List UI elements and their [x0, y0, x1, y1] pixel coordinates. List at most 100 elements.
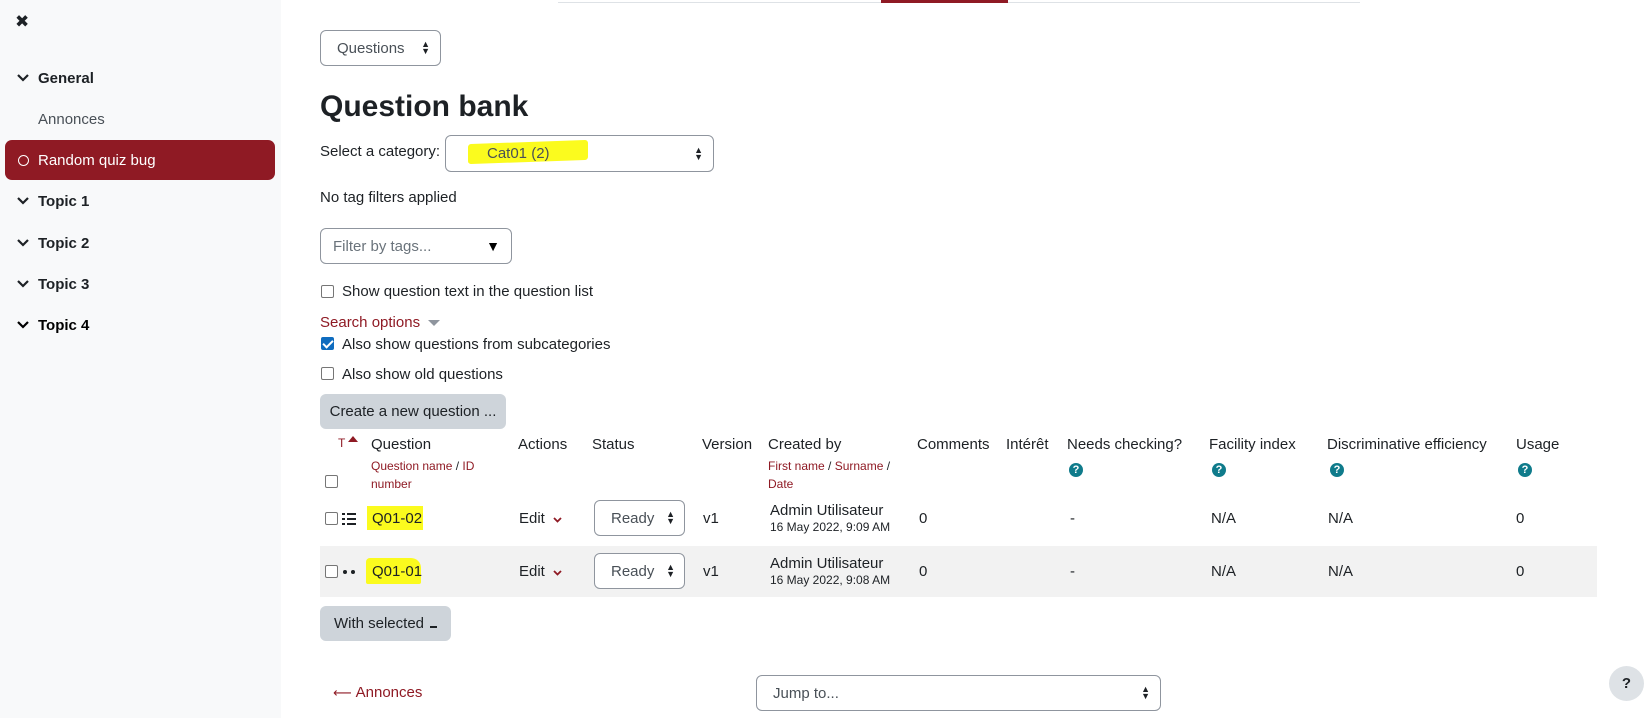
sidebar-item-label: Topic 2	[38, 234, 90, 252]
with-selected-button[interactable]: With selected	[320, 606, 451, 641]
created-date: 16 May 2022, 9:08 AM	[770, 573, 891, 587]
discriminative-value: N/A	[1328, 510, 1354, 527]
sidebar-item-topic-1[interactable]: Topic 1	[0, 181, 281, 221]
help-icon[interactable]: ?	[1330, 463, 1344, 477]
old-questions-checkbox[interactable]	[321, 367, 334, 380]
sort-date-link[interactable]: Date	[768, 477, 793, 491]
chevron-down-icon[interactable]	[17, 74, 31, 82]
creator-name: Admin Utilisateur	[770, 555, 884, 572]
usage-count-link[interactable]: 0	[1516, 510, 1524, 527]
tag-filter-placeholder: Filter by tags...	[333, 237, 432, 255]
question-header: Question	[371, 436, 432, 453]
course-index-sidebar: ✖ General Annonces Random quiz bug Topic…	[0, 0, 281, 718]
chevron-down-icon	[553, 570, 562, 576]
category-label: Select a category:	[320, 143, 441, 160]
chevron-down-icon[interactable]	[17, 321, 31, 329]
status-value: Ready	[611, 563, 655, 580]
select-arrows-icon: ▲ ▼	[666, 562, 675, 579]
chevron-down-icon[interactable]	[17, 280, 31, 288]
select-arrows-icon: ▲ ▼	[421, 39, 430, 56]
usage-count-link[interactable]: 0	[1516, 563, 1524, 580]
version-header: Version	[702, 436, 753, 453]
sidebar-item-label: Topic 4	[38, 316, 90, 334]
sidebar-item-annonces[interactable]: Annonces	[0, 99, 281, 139]
sidebar-item-topic-2[interactable]: Topic 2	[0, 223, 281, 263]
sidebar-item-topic-4[interactable]: Topic 4	[0, 305, 281, 345]
table-row	[320, 546, 1597, 597]
status-value: Ready	[611, 510, 655, 527]
multichoice-icon	[342, 513, 356, 525]
discriminative-efficiency-header: Discriminative efficiency	[1327, 436, 1487, 453]
caret-down-icon	[428, 320, 441, 327]
row-select-checkbox[interactable]	[325, 565, 338, 578]
select-arrows-icon: ▲ ▼	[666, 509, 675, 526]
status-header: Status	[592, 436, 635, 453]
comments-count-link[interactable]: 0	[919, 510, 927, 527]
jump-to-select[interactable]: Jump to... ▲ ▼	[756, 675, 1161, 711]
chevron-down-icon[interactable]	[17, 197, 31, 205]
page-title: Question bank	[320, 90, 529, 123]
sort-surname-link[interactable]: Surname	[835, 459, 884, 473]
help-icon[interactable]: ?	[1212, 463, 1226, 477]
sidebar-item-label: Random quiz bug	[38, 151, 156, 169]
chevron-down-icon[interactable]	[17, 239, 31, 247]
usage-header: Usage	[1516, 436, 1560, 453]
tag-filter-input[interactable]: Filter by tags... ▼	[320, 228, 512, 264]
question-name: Q01-02	[372, 510, 423, 527]
caret-icon	[430, 625, 438, 628]
create-question-button[interactable]: Create a new question ...	[320, 394, 506, 429]
needs-checking-value: -	[1070, 510, 1075, 527]
edit-menu-toggle[interactable]: Edit	[519, 510, 562, 527]
edit-menu-toggle[interactable]: Edit	[519, 563, 562, 580]
version-value: v1	[703, 563, 719, 580]
created-by-header: Created by	[768, 436, 842, 453]
old-questions-label: Also show old questions	[342, 366, 503, 383]
search-options-toggle[interactable]: Search options	[320, 314, 441, 331]
sort-by-type-link[interactable]: T	[338, 436, 345, 450]
help-icon[interactable]: ?	[1069, 463, 1083, 477]
help-icon[interactable]: ?	[1518, 463, 1532, 477]
status-select[interactable]: Ready ▲ ▼	[594, 500, 685, 536]
sidebar-item-general[interactable]: General	[0, 58, 281, 98]
edit-label: Edit	[519, 510, 545, 527]
sidebar-item-label: General	[38, 69, 94, 87]
sidebar-item-label: Annonces	[38, 110, 105, 128]
select-value: Cat01 (2)	[487, 145, 550, 162]
comments-count-link[interactable]: 0	[919, 563, 927, 580]
select-value: Questions	[337, 39, 405, 57]
facility-index-header: Facility index	[1209, 436, 1296, 453]
row-select-checkbox[interactable]	[325, 512, 338, 525]
with-selected-label: With selected	[333, 615, 425, 632]
select-arrows-icon: ▲ ▼	[1141, 684, 1150, 701]
sidebar-item-topic-3[interactable]: Topic 3	[0, 264, 281, 304]
question-name: Q01-01	[372, 563, 423, 580]
interet-header: Intérêt	[1006, 436, 1049, 453]
chevron-down-icon	[553, 517, 562, 523]
arrow-left-icon: ⟵	[333, 685, 352, 700]
edit-label: Edit	[519, 563, 545, 580]
type-header-label: T	[338, 436, 346, 450]
created-date: 16 May 2022, 9:09 AM	[770, 520, 891, 534]
needs-checking-header: Needs checking?	[1067, 436, 1183, 453]
sidebar-item-label: Topic 1	[38, 192, 90, 210]
subcategories-label: Also show questions from subcategories	[342, 336, 611, 353]
help-button[interactable]: ?	[1609, 666, 1644, 701]
active-tab-indicator	[881, 0, 1008, 3]
sort-question-name-link[interactable]: Question name	[371, 459, 452, 473]
question-bank-nav-select[interactable]: Questions ▲ ▼	[320, 30, 441, 66]
show-question-text-checkbox[interactable]	[321, 285, 334, 298]
previous-activity-link[interactable]: ⟵ Annonces	[333, 684, 422, 701]
status-select[interactable]: Ready ▲ ▼	[594, 553, 685, 589]
tag-filters-status: No tag filters applied	[320, 189, 457, 206]
sidebar-item-random-quiz-bug[interactable]: Random quiz bug	[5, 140, 275, 180]
close-icon[interactable]: ✖	[15, 12, 29, 32]
table-row	[320, 493, 1597, 544]
subcategories-checkbox[interactable]	[321, 337, 334, 350]
sort-first-name-link[interactable]: First name	[768, 459, 825, 473]
facility-index-value: N/A	[1211, 510, 1237, 527]
needs-checking-value: -	[1070, 563, 1075, 580]
comments-header: Comments	[917, 436, 990, 453]
actions-header: Actions	[518, 436, 568, 453]
category-select[interactable]: Cat01 (2) ▲ ▼	[445, 135, 714, 172]
select-all-checkbox[interactable]	[325, 475, 338, 488]
